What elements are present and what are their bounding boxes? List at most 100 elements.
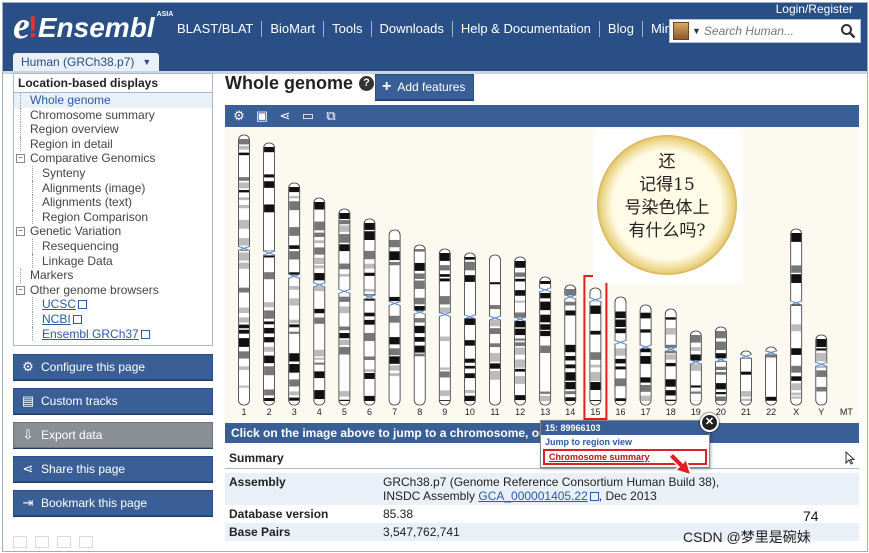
share-icon[interactable]: ⋖ [278, 108, 292, 123]
chromosome-16[interactable]: 16 [614, 296, 627, 417]
image-icon[interactable]: ▭ [301, 108, 315, 123]
chromosome-1[interactable]: 1 [238, 134, 250, 417]
sidebar-item-whole-genome[interactable]: Whole genome [14, 93, 212, 108]
chromosome-label[interactable]: 21 [741, 407, 751, 417]
chromosome-12[interactable]: 12 [514, 256, 527, 417]
chromosome-label[interactable]: Y [818, 407, 824, 417]
sidebar-item-comparative-genomics[interactable]: − Comparative Genomics [14, 151, 212, 166]
configure-this-page-button[interactable]: ⚙ Configure this page [13, 354, 213, 381]
chromosome-label[interactable]: 22 [766, 407, 776, 417]
sidebar-item-linkage-data[interactable]: Linkage Data [14, 253, 212, 269]
sidebar-item-label[interactable]: UCSC [42, 297, 76, 311]
chromosome-3[interactable]: 3 [288, 182, 301, 417]
sidebar-item-region-comparison[interactable]: Region Comparison [14, 209, 212, 225]
chromosome-9[interactable]: 9 [438, 248, 451, 417]
search-icon[interactable] [840, 23, 856, 39]
sidebar-item-label[interactable]: NCBI [42, 312, 71, 326]
chromosome-14[interactable]: 14 [564, 284, 577, 417]
sidebar-item-label[interactable]: Ensembl GRCh37 [42, 327, 139, 341]
sidebar-item-region-in-detail[interactable]: Region in detail [14, 136, 212, 152]
chromosome-label[interactable]: 3 [292, 407, 297, 417]
chromosome-label[interactable]: 12 [515, 407, 525, 417]
chromosome-7[interactable]: 7 [388, 229, 401, 417]
chromosome-5[interactable]: 5 [338, 208, 351, 417]
insdc-assembly-link[interactable]: GCA_000001405.22 [478, 489, 587, 503]
sidebar-item-region-overview[interactable]: Region overview [14, 122, 212, 137]
chromosome-label[interactable]: 18 [666, 407, 676, 417]
chromosome-MT[interactable]: MT [840, 407, 853, 417]
next-icon[interactable] [79, 536, 93, 548]
nav-tools[interactable]: Tools [324, 21, 372, 37]
chromosome-18[interactable]: 18 [664, 308, 677, 417]
nav-biomart[interactable]: BioMart [262, 21, 325, 37]
chromosome-label[interactable]: 14 [565, 407, 575, 417]
chromosome-label[interactable]: 19 [691, 407, 701, 417]
jump-to-region-link[interactable]: Jump to region view [541, 435, 709, 449]
collapse-icon[interactable]: − [16, 285, 25, 295]
sidebar-item-synteny[interactable]: Synteny [14, 165, 212, 181]
chromosome-13[interactable]: 13 [539, 276, 552, 417]
help-icon[interactable]: ? [359, 76, 375, 91]
chromosome-label[interactable]: 2 [267, 407, 272, 417]
custom-tracks-button[interactable]: ▤ Custom tracks [13, 388, 213, 415]
login-link[interactable]: Login/Register [776, 3, 853, 16]
chromosome-label[interactable]: MT [840, 407, 853, 417]
chromosome-22[interactable]: 22 [765, 346, 778, 417]
sidebar-item-genetic-variation[interactable]: − Genetic Variation [14, 224, 212, 239]
sidebar-item-chromosome-summary[interactable]: Chromosome summary [14, 107, 212, 123]
nav-blog[interactable]: Blog [600, 21, 643, 37]
chromosome-label[interactable]: 15 [590, 407, 600, 417]
add-features-button[interactable]: + Add features [375, 74, 475, 100]
sidebar-item-alignments-image-[interactable]: Alignments (image) [14, 180, 212, 196]
prev-icon[interactable] [13, 536, 27, 548]
chevron-down-icon[interactable]: ▼ [692, 26, 701, 36]
species-tab[interactable]: Human (GRCh38.p7) ▼ [13, 53, 160, 71]
chromosome-4[interactable]: 4 [313, 197, 326, 417]
chromosome-label[interactable]: 13 [540, 407, 550, 417]
chromosome-21[interactable]: 21 [740, 350, 752, 417]
sidebar-item-ucsc[interactable]: UCSC [14, 297, 212, 312]
share-this-page-button[interactable]: ⋖ Share this page [13, 456, 213, 483]
chromosome-label[interactable]: 17 [641, 407, 651, 417]
chromosome-Y[interactable]: Y [815, 334, 828, 417]
sidebar-item-ncbi[interactable]: NCBI [14, 311, 212, 327]
chromosome-label[interactable]: 7 [392, 407, 397, 417]
sidebar-item-alignments-text-[interactable]: Alignments (text) [14, 195, 212, 210]
nav-help[interactable]: Help & Documentation [453, 21, 600, 37]
chromosome-15[interactable]: 15 [583, 275, 608, 420]
gear-icon[interactable]: ⚙ [232, 108, 246, 123]
export-image-icon[interactable]: ▣ [255, 108, 269, 123]
karyotype-svg[interactable]: 1 2 3 4 5 6 7 8 9 10 11 12 13 14 15 16 17 18 19 20 21 22 X Y MT [225, 127, 859, 423]
sidebar-item-markers[interactable]: Markers [14, 268, 212, 283]
chromosome-11[interactable]: 11 [489, 254, 501, 417]
sidebar-item-ensembl-grch37[interactable]: Ensembl GRCh37 [14, 326, 212, 342]
chromosome-label[interactable]: 1 [241, 407, 246, 417]
nav-blast[interactable]: BLAST/BLAT [169, 21, 263, 37]
chromosome-20[interactable]: 20 [714, 326, 727, 417]
chromosome-label[interactable]: 16 [615, 407, 625, 417]
search-input[interactable] [703, 24, 838, 38]
species-human-icon[interactable] [673, 22, 689, 40]
chromosome-6[interactable]: 6 [363, 218, 376, 417]
chromosome-X[interactable]: X [790, 228, 803, 417]
collapse-icon[interactable]: − [16, 227, 25, 237]
collapse-icon[interactable]: − [16, 154, 25, 164]
chromosome-label[interactable]: X [793, 407, 799, 417]
ensembl-logo[interactable]: e ! Ensembl ASIA [13, 7, 173, 45]
chromosome-10[interactable]: 10 [463, 252, 476, 417]
bookmark-this-page-button[interactable]: ⇥ Bookmark this page [13, 490, 213, 517]
sidebar-item-resequencing[interactable]: Resequencing [14, 238, 212, 254]
chromosome-label[interactable]: 9 [442, 407, 447, 417]
chromosome-label[interactable]: 11 [490, 407, 499, 417]
resize-icon[interactable]: ⧉ [324, 108, 338, 123]
chromosome-8[interactable]: 8 [413, 244, 426, 417]
chromosome-label[interactable]: 10 [465, 407, 475, 417]
pen-icon[interactable] [35, 536, 49, 548]
menu-icon[interactable] [57, 536, 71, 548]
chromosome-label[interactable]: 6 [367, 407, 372, 417]
sidebar-item-other-genome-browsers[interactable]: − Other genome browsers [14, 283, 212, 298]
chromosome-19[interactable]: 19 [689, 330, 702, 417]
chromosome-label[interactable]: 4 [317, 407, 322, 417]
karyotype-image[interactable]: 1 2 3 4 5 6 7 8 9 10 11 12 13 14 15 16 17 18 19 20 21 22 X Y MT [225, 127, 859, 423]
chromosome-label[interactable]: 8 [417, 407, 422, 417]
